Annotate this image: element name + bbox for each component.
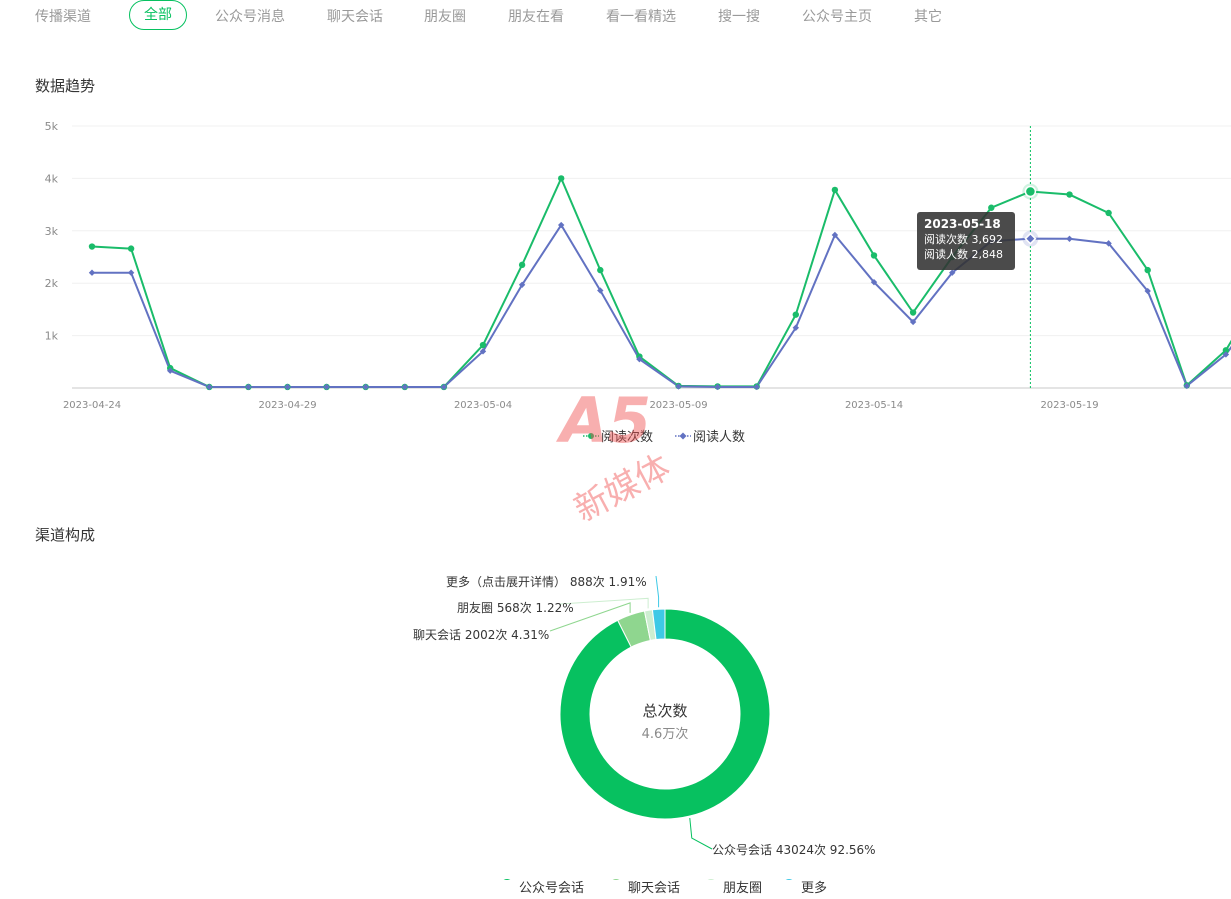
legend-dot xyxy=(707,879,715,880)
leader-line xyxy=(655,575,660,608)
donut-legend-more[interactable]: 更多 xyxy=(801,877,827,896)
data-point-reads[interactable] xyxy=(1066,191,1073,198)
x-tick-label: 2023-05-14 xyxy=(845,400,903,411)
donut-legend-moments[interactable]: 朋友圈 xyxy=(723,877,762,896)
y-tick-label: 4k xyxy=(45,172,59,185)
data-point-reads[interactable] xyxy=(909,309,917,316)
chart-tooltip: 2023-05-18 阅读次数 3,692 阅读人数 2,848 xyxy=(917,212,1015,270)
legend-dot xyxy=(785,879,793,880)
data-point-reads[interactable] xyxy=(792,311,799,318)
channel-title: 渠道构成 xyxy=(35,526,96,544)
donut-legend-chat[interactable]: 聊天会话 xyxy=(628,877,680,896)
tooltip-users: 阅读人数 2,848 xyxy=(924,248,1003,261)
data-point-reads[interactable] xyxy=(1024,185,1037,198)
series-line-reads xyxy=(91,175,1231,388)
tooltip-date: 2023-05-18 xyxy=(924,217,1001,231)
data-point-reads[interactable] xyxy=(988,204,995,211)
donut-legend-official[interactable]: 公众号会话 xyxy=(519,877,584,896)
y-tick-label: 3k xyxy=(45,225,59,238)
data-point-reads[interactable] xyxy=(1105,209,1112,217)
svg-text:A5: A5 xyxy=(555,384,651,457)
pie-label-more: 更多（点击展开详情） 888次 1.91% xyxy=(446,575,647,589)
y-tick-label: 2k xyxy=(45,277,59,290)
data-point-reads[interactable] xyxy=(597,266,604,274)
data-point-reads[interactable] xyxy=(127,245,135,252)
x-tick-label: 2023-04-29 xyxy=(258,400,316,411)
data-point-users[interactable] xyxy=(88,269,96,276)
data-point-reads[interactable] xyxy=(558,175,565,182)
data-point-reads[interactable] xyxy=(870,252,878,259)
series-line-users xyxy=(92,223,1231,388)
tooltip-reads: 阅读次数 3,692 xyxy=(924,233,1003,246)
pie-label-chat: 聊天会话 2002次 4.31% xyxy=(413,628,550,642)
a5-watermark-logo: A5 新媒体 xyxy=(555,384,677,522)
donut-center-value: 4.6万次 xyxy=(641,727,689,742)
svg-text:新媒体: 新媒体 xyxy=(568,447,677,522)
x-tick-label: 2023-04-24 xyxy=(63,400,121,411)
legend-dot xyxy=(503,879,511,880)
data-point-reads[interactable] xyxy=(1144,266,1151,274)
legend-dot xyxy=(612,879,620,880)
y-tick-label: 1k xyxy=(45,330,59,343)
x-tick-label: 2023-05-19 xyxy=(1040,400,1098,411)
y-tick-label: 5k xyxy=(45,120,59,133)
data-point-users[interactable] xyxy=(1066,235,1073,242)
leader-line xyxy=(689,818,713,850)
data-point-reads[interactable] xyxy=(88,243,96,250)
x-tick-label: 2023-05-04 xyxy=(454,400,512,411)
data-point-reads[interactable] xyxy=(518,261,526,269)
pie-label-moments: 朋友圈 568次 1.22% xyxy=(457,601,574,615)
data-point-reads[interactable] xyxy=(479,341,487,349)
pie-label-official: 公众号会话 43024次 92.56% xyxy=(712,843,876,857)
data-point-reads[interactable] xyxy=(831,186,839,194)
data-point-users[interactable] xyxy=(127,269,135,276)
donut-center-title: 总次数 xyxy=(642,702,688,720)
